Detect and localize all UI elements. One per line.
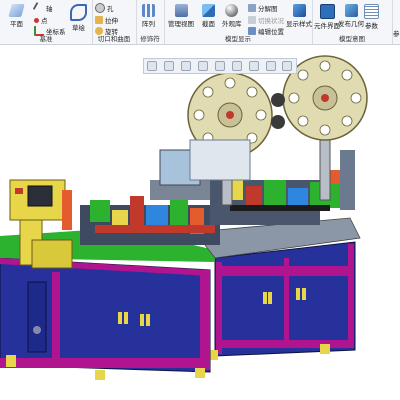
view-toolbar (143, 58, 297, 74)
explode-view-label: 分解图 (258, 5, 278, 13)
display-style-button[interactable]: 显示样式 (286, 4, 312, 28)
manage-views-label: 管理视图 (168, 20, 194, 28)
hole-button[interactable]: 孔 (95, 3, 114, 13)
appearance-sphere-icon (225, 4, 239, 17)
appearance-gallery-label: 外观库 (222, 20, 242, 28)
component-interface-button[interactable]: 元件界面 (314, 4, 340, 30)
sketch-button[interactable]: 草绘 (70, 4, 87, 32)
section-button[interactable]: 截面 (202, 4, 215, 28)
ribbon-overflow-label: 参 (393, 30, 400, 38)
group-title-model-intent: 模型意图 (339, 35, 365, 43)
publish-geometry-label: 发布几何 (338, 20, 364, 28)
hole-label: 孔 (107, 5, 114, 13)
manage-views-icon (174, 4, 188, 17)
extrude-icon (95, 16, 103, 24)
section-label: 截面 (202, 20, 215, 28)
feeder-plate (189, 139, 251, 181)
publish-geometry-icon (344, 4, 358, 17)
left-cabinet (0, 257, 211, 380)
plane-label: 平面 (10, 20, 23, 28)
ribbon-group-cuts-surfaces: 孔 拉伸 旋转 切口和曲面 (92, 0, 137, 44)
point-label: 点 (41, 17, 48, 25)
plane-button[interactable]: 平面 (8, 4, 25, 28)
annotation-display-icon[interactable] (282, 61, 293, 71)
publish-geometry-button[interactable]: 发布几何 (338, 4, 364, 28)
parameters-label: 参数 (365, 22, 378, 30)
display-style-icon (292, 4, 306, 17)
ribbon-group-model-intent: 元件界面 发布几何 参数 模型意图 (312, 0, 393, 44)
roller (271, 93, 285, 107)
zoom-fit-icon[interactable] (147, 61, 158, 71)
ribbon: 平面 轴 点 坐标系 草绘 基准 孔 拉伸 旋转 切口和曲面 阵列 修饰符 管理… (0, 0, 400, 45)
model-viewport[interactable] (0, 45, 400, 400)
axis-button[interactable]: 轴 (32, 2, 53, 14)
extrude-label: 拉伸 (105, 17, 118, 25)
ribbon-group-modifiers: 阵列 修饰符 (136, 0, 165, 44)
zoom-in-icon[interactable] (164, 61, 175, 71)
parameters-table-icon (364, 4, 379, 19)
group-title-model-display: 模型显示 (225, 35, 251, 43)
roller (271, 115, 285, 129)
foot (320, 344, 330, 354)
extrude-button[interactable]: 拉伸 (95, 15, 118, 25)
toggle-status-icon (248, 16, 256, 24)
axis-icon (32, 2, 46, 14)
group-title-modifiers: 修饰符 (140, 35, 160, 43)
ribbon-group-datum: 平面 轴 点 坐标系 草绘 基准 (0, 0, 93, 44)
sketch-icon (70, 4, 87, 21)
point-icon (34, 17, 39, 23)
display-style-label: 显示样式 (286, 20, 312, 28)
spin-center-icon[interactable] (265, 61, 276, 71)
repaint-icon[interactable] (198, 61, 209, 71)
axis-label: 轴 (46, 5, 53, 13)
point-button[interactable]: 点 (34, 15, 48, 25)
pattern-button[interactable]: 阵列 (142, 4, 155, 28)
foot (95, 370, 105, 380)
group-title-cuts: 切口和曲面 (97, 35, 131, 43)
component-interface-icon (319, 4, 335, 19)
display-style-icon[interactable] (214, 61, 225, 71)
ribbon-overflow[interactable]: 参 (393, 28, 400, 38)
zoom-out-icon[interactable] (181, 61, 192, 71)
section-icon (202, 4, 215, 17)
foot (6, 355, 16, 367)
hole-icon (95, 3, 105, 13)
component-interface-label: 元件界面 (314, 22, 340, 30)
explode-view-icon (248, 4, 256, 12)
foot (195, 368, 205, 378)
group-title-datum: 基准 (39, 35, 53, 43)
appearance-gallery-button[interactable]: 外观库 (222, 4, 242, 28)
toggle-status-button[interactable]: 切换状况 (248, 15, 284, 25)
plane-icon (8, 4, 25, 17)
pattern-label: 阵列 (142, 20, 155, 28)
right-cabinet (208, 241, 356, 360)
explode-view-button[interactable]: 分解图 (248, 3, 278, 13)
ribbon-group-model-display: 管理视图 截面 外观库 分解图 切换状况 编辑位置 显示样式 模型显示 (164, 0, 313, 44)
toggle-status-label: 切换状况 (258, 17, 284, 25)
sketch-label: 草绘 (72, 24, 85, 32)
manage-views-button[interactable]: 管理视图 (168, 4, 194, 28)
parameters-button[interactable]: 参数 (364, 4, 379, 30)
saved-views-icon[interactable] (231, 61, 242, 71)
datum-display-icon[interactable] (248, 61, 259, 71)
pattern-icon (142, 4, 155, 17)
